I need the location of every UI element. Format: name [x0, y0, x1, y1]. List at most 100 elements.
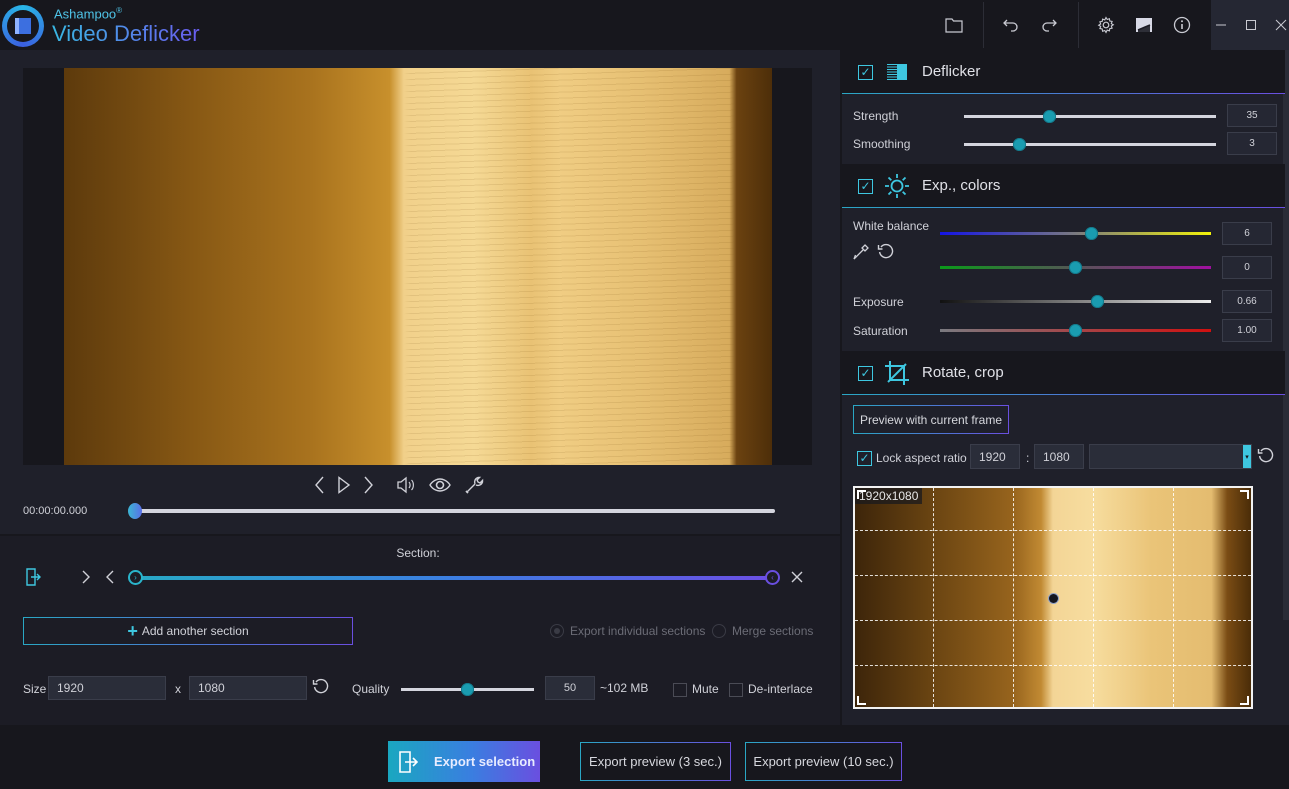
strength-slider[interactable] [964, 110, 1216, 123]
saturation-value[interactable]: 1.00 [1222, 319, 1272, 342]
quality-label: Quality [352, 682, 390, 696]
rotation-center-handle[interactable] [1049, 594, 1058, 603]
size-x-label: x [175, 682, 181, 696]
export-individual-option[interactable]: Export individual sections [550, 624, 705, 638]
smoothing-value[interactable]: 3 [1227, 132, 1277, 155]
width-input[interactable]: 1920 [48, 676, 166, 700]
aspect-width-input[interactable]: 1920 [970, 444, 1020, 469]
merge-sections-radio[interactable] [712, 624, 726, 638]
mute-label: Mute [692, 682, 719, 696]
timeline-slider[interactable] [128, 503, 775, 519]
deflicker-enable-checkbox[interactable]: ✓ [858, 65, 873, 80]
theme-icon[interactable] [1132, 13, 1156, 37]
wb-green-magenta-slider[interactable] [940, 261, 1211, 274]
eyedropper-icon[interactable] [851, 242, 871, 262]
redo-icon[interactable] [1037, 13, 1061, 37]
exposure-slider-thumb[interactable] [1090, 295, 1104, 308]
aspect-height-input[interactable]: 1080 [1034, 444, 1084, 469]
colors-header: ✓ Exp., colors [842, 164, 1285, 208]
add-section-button[interactable]: + Add another section [23, 617, 353, 645]
exposure-value[interactable]: 0.66 [1222, 290, 1272, 313]
chevron-down-icon[interactable]: ▾ [1243, 445, 1251, 468]
section-panel: Section: › ‹ + Add another section Expor… [0, 534, 840, 725]
reset-crop-icon[interactable] [1256, 446, 1276, 466]
section-end-handle[interactable]: ‹ [765, 570, 780, 585]
crop-header: ✓ Rotate, crop [842, 351, 1285, 395]
grid-line [855, 530, 1251, 531]
deflicker-header: ✓ Deflicker [842, 50, 1285, 94]
toolbar-divider [1078, 2, 1079, 48]
saturation-slider[interactable] [940, 324, 1211, 337]
app-logo-icon [2, 5, 44, 47]
grid-line [855, 665, 1251, 666]
set-section-start-button[interactable] [76, 567, 96, 587]
height-input[interactable]: 1080 [189, 676, 307, 700]
export-individual-radio[interactable] [550, 624, 564, 638]
preview-eye-icon[interactable] [428, 473, 452, 497]
colors-enable-checkbox[interactable]: ✓ [858, 179, 873, 194]
timeline-playhead[interactable] [128, 503, 142, 519]
brand-name: Ashampoo® [54, 6, 123, 22]
remove-section-icon[interactable] [787, 567, 807, 587]
crop-handle-top-left[interactable] [857, 490, 866, 499]
set-section-end-button[interactable] [100, 567, 120, 587]
play-button[interactable] [332, 473, 356, 497]
undo-icon[interactable] [999, 13, 1023, 37]
exposure-label: Exposure [853, 295, 904, 309]
export-selection-label: Export selection [434, 754, 536, 769]
quality-slider[interactable] [401, 683, 534, 696]
close-button[interactable] [1271, 15, 1289, 35]
plus-icon: + [127, 621, 138, 641]
video-preview[interactable] [64, 68, 772, 465]
mute-checkbox[interactable] [673, 683, 687, 697]
volume-icon[interactable] [394, 473, 418, 497]
previous-frame-button[interactable] [308, 473, 332, 497]
wb-green-magenta-thumb[interactable] [1069, 261, 1082, 274]
preview-current-frame-button[interactable]: Preview with current frame [853, 405, 1009, 434]
aspect-preset-dropdown[interactable]: ▾ [1089, 444, 1252, 469]
crop-icon [884, 360, 910, 386]
quality-slider-thumb[interactable] [461, 683, 474, 696]
deinterlace-checkbox[interactable] [729, 683, 743, 697]
smoothing-slider-thumb[interactable] [1012, 138, 1026, 151]
smoothing-slider[interactable] [964, 138, 1216, 151]
crop-handle-bottom-left[interactable] [857, 696, 866, 705]
maximize-button[interactable] [1241, 15, 1261, 35]
saturation-label: Saturation [853, 324, 908, 338]
exposure-slider[interactable] [940, 295, 1211, 308]
folder-icon[interactable] [942, 13, 966, 37]
crop-enable-checkbox[interactable]: ✓ [858, 366, 873, 381]
player-controls [308, 473, 486, 497]
crop-handle-top-right[interactable] [1240, 490, 1249, 499]
wb-blue-yellow-thumb[interactable] [1085, 227, 1099, 240]
strength-value[interactable]: 35 [1227, 104, 1277, 127]
section-range-slider[interactable] [135, 576, 773, 580]
crop-preview[interactable]: 1920x1080 [853, 486, 1253, 709]
settings-icon[interactable] [1094, 13, 1118, 37]
export-preview-10-button[interactable]: Export preview (10 sec.) [745, 742, 902, 781]
grid-line [933, 488, 934, 707]
export-selection-button[interactable]: Export selection [388, 741, 540, 782]
section-export-icon[interactable] [23, 567, 43, 587]
section-start-handle[interactable]: › [128, 570, 143, 585]
grid-line [1093, 488, 1094, 707]
lock-aspect-checkbox[interactable]: ✓ [857, 451, 872, 466]
strength-label: Strength [853, 109, 899, 123]
quality-value[interactable]: 50 [545, 676, 595, 700]
export-preview-3-button[interactable]: Export preview (3 sec.) [580, 742, 731, 781]
minimize-button[interactable] [1211, 15, 1231, 35]
wb-blue-yellow-slider[interactable] [940, 227, 1211, 240]
next-frame-button[interactable] [356, 473, 380, 497]
info-icon[interactable] [1170, 13, 1194, 37]
reset-white-balance-icon[interactable] [876, 242, 896, 262]
wb-blue-yellow-value[interactable]: 6 [1222, 222, 1272, 245]
panel-scrollbar[interactable] [1283, 50, 1289, 620]
merge-sections-option[interactable]: Merge sections [712, 624, 813, 638]
strength-slider-thumb[interactable] [1043, 110, 1057, 123]
wb-green-magenta-value[interactable]: 0 [1222, 256, 1272, 279]
export-icon [398, 750, 420, 774]
tools-wrench-icon[interactable] [462, 473, 486, 497]
crop-handle-bottom-right[interactable] [1240, 696, 1249, 705]
saturation-slider-thumb[interactable] [1069, 324, 1082, 337]
reset-size-icon[interactable] [311, 677, 331, 697]
